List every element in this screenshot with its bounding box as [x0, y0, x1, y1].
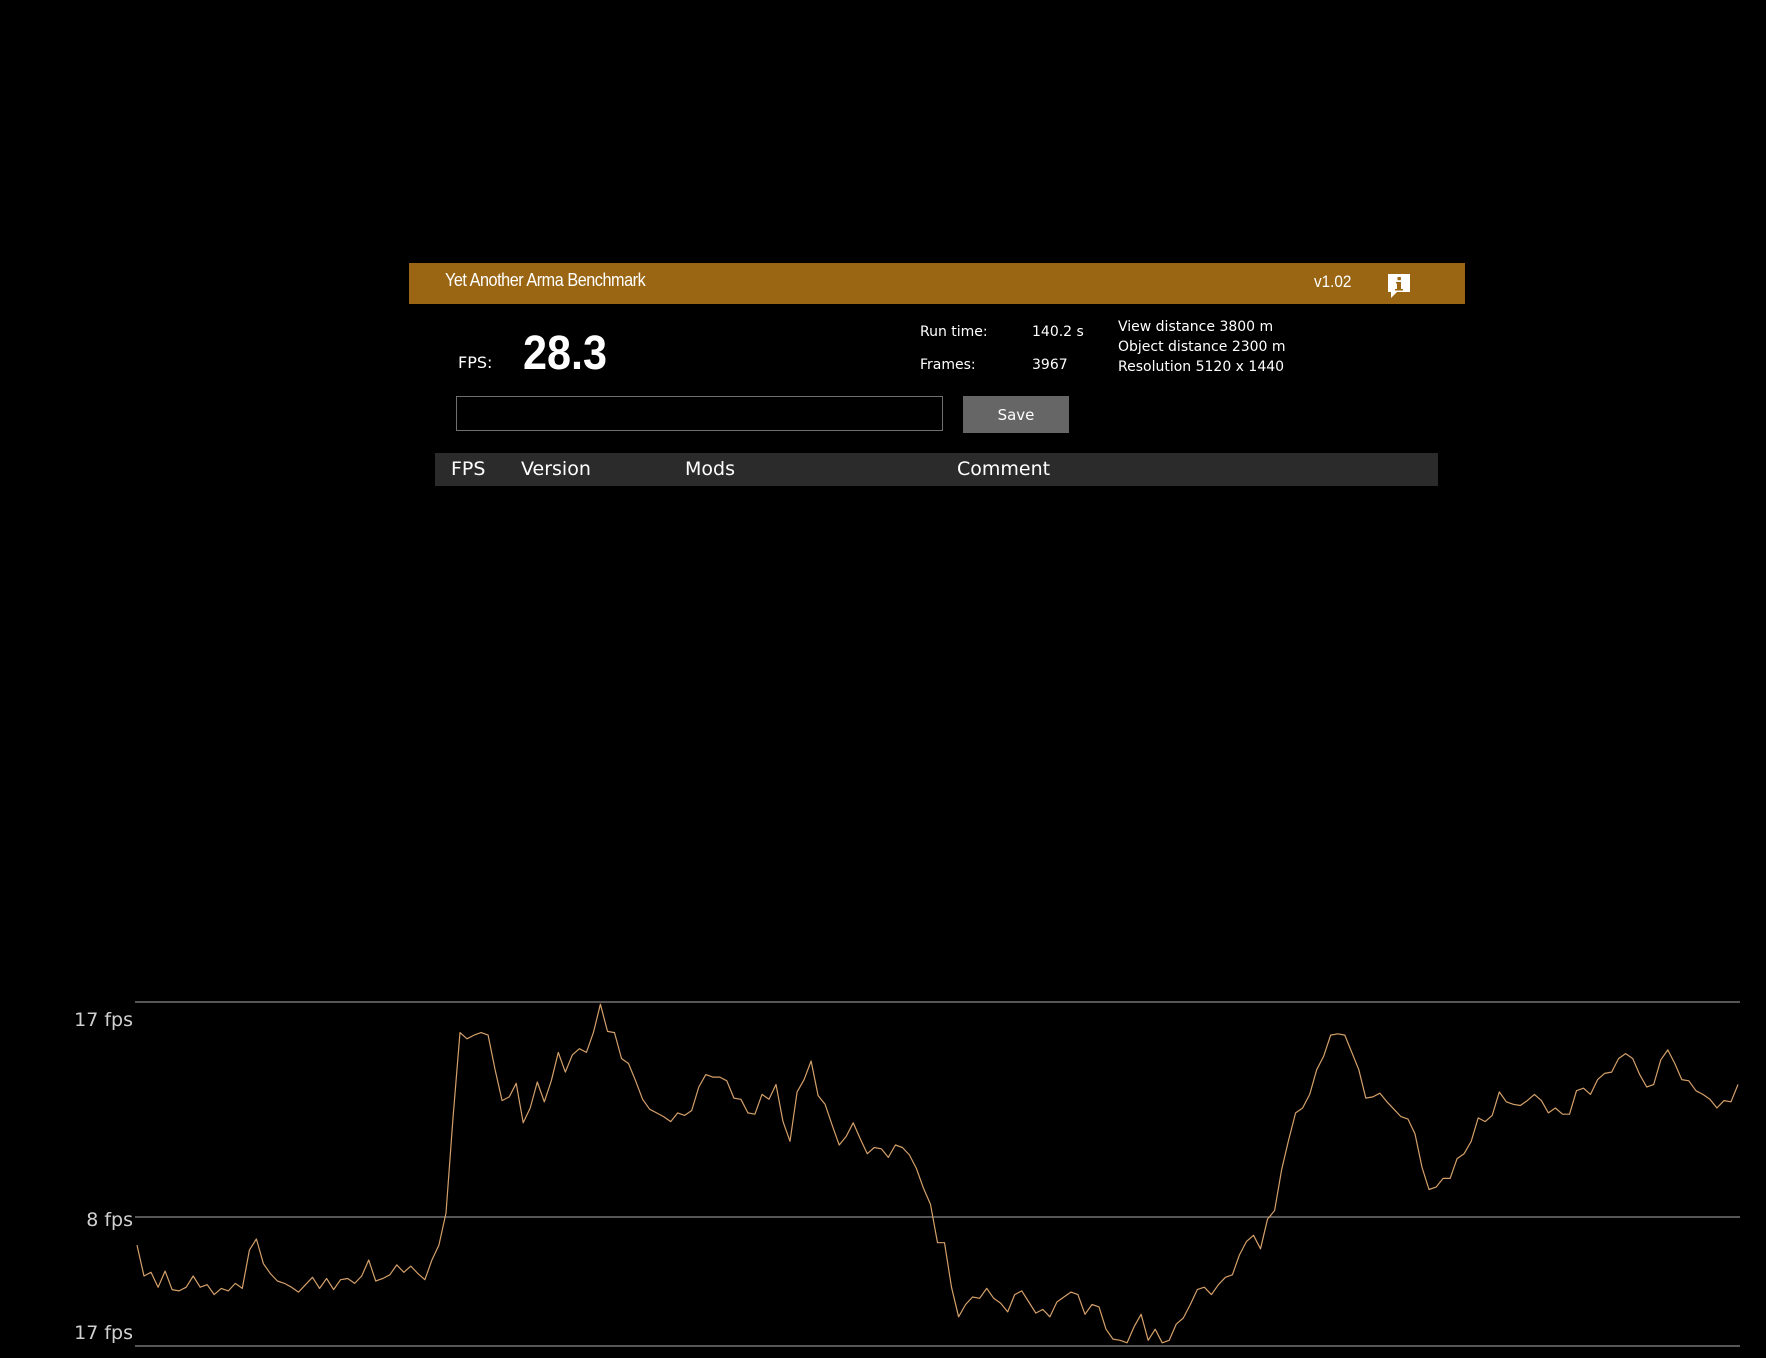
benchmark-screen: Yet Another Arma Benchmark v1.02 FPS: 28… — [0, 0, 1766, 1358]
object-distance-text: Object distance 2300 m — [1118, 339, 1286, 355]
view-distance-text: View distance 3800 m — [1118, 319, 1274, 335]
results-table-header: FPS Version Mods Comment — [435, 453, 1438, 486]
title-bar: Yet Another Arma Benchmark v1.02 — [409, 263, 1465, 304]
column-header-version[interactable]: Version — [521, 458, 591, 480]
column-header-fps[interactable]: FPS — [451, 458, 485, 480]
y-tick-label-top: 17 fps — [74, 1009, 133, 1031]
resolution-text: Resolution 5120 x 1440 — [1118, 359, 1285, 375]
y-tick-label-bottom: 17 fps — [74, 1322, 133, 1344]
comment-input[interactable] — [456, 396, 943, 431]
column-header-mods[interactable]: Mods — [685, 458, 735, 480]
run-time-label: Run time: — [920, 324, 988, 340]
series-layer — [136, 1003, 1739, 1344]
fps-value: 28.3 — [523, 327, 608, 380]
fps-label: FPS: — [458, 353, 493, 372]
y-tick-label-middle: 8 fps — [86, 1209, 133, 1231]
save-button[interactable]: Save — [963, 396, 1069, 433]
frames-value: 3967 — [1032, 357, 1068, 373]
version-label: v1.02 — [1314, 272, 1352, 291]
fps-graph-svg: 17 fps 8 fps 17 fps — [74, 1001, 1740, 1347]
frames-label: Frames: — [920, 357, 976, 373]
info-icon[interactable] — [1386, 272, 1412, 300]
fps-graph: 17 fps 8 fps 17 fps — [0, 990, 1766, 1358]
app-title: Yet Another Arma Benchmark — [445, 270, 646, 290]
run-time-value: 140.2 s — [1032, 324, 1084, 340]
fps-series-line-0 — [136, 1003, 1739, 1344]
column-header-comment[interactable]: Comment — [957, 458, 1050, 480]
